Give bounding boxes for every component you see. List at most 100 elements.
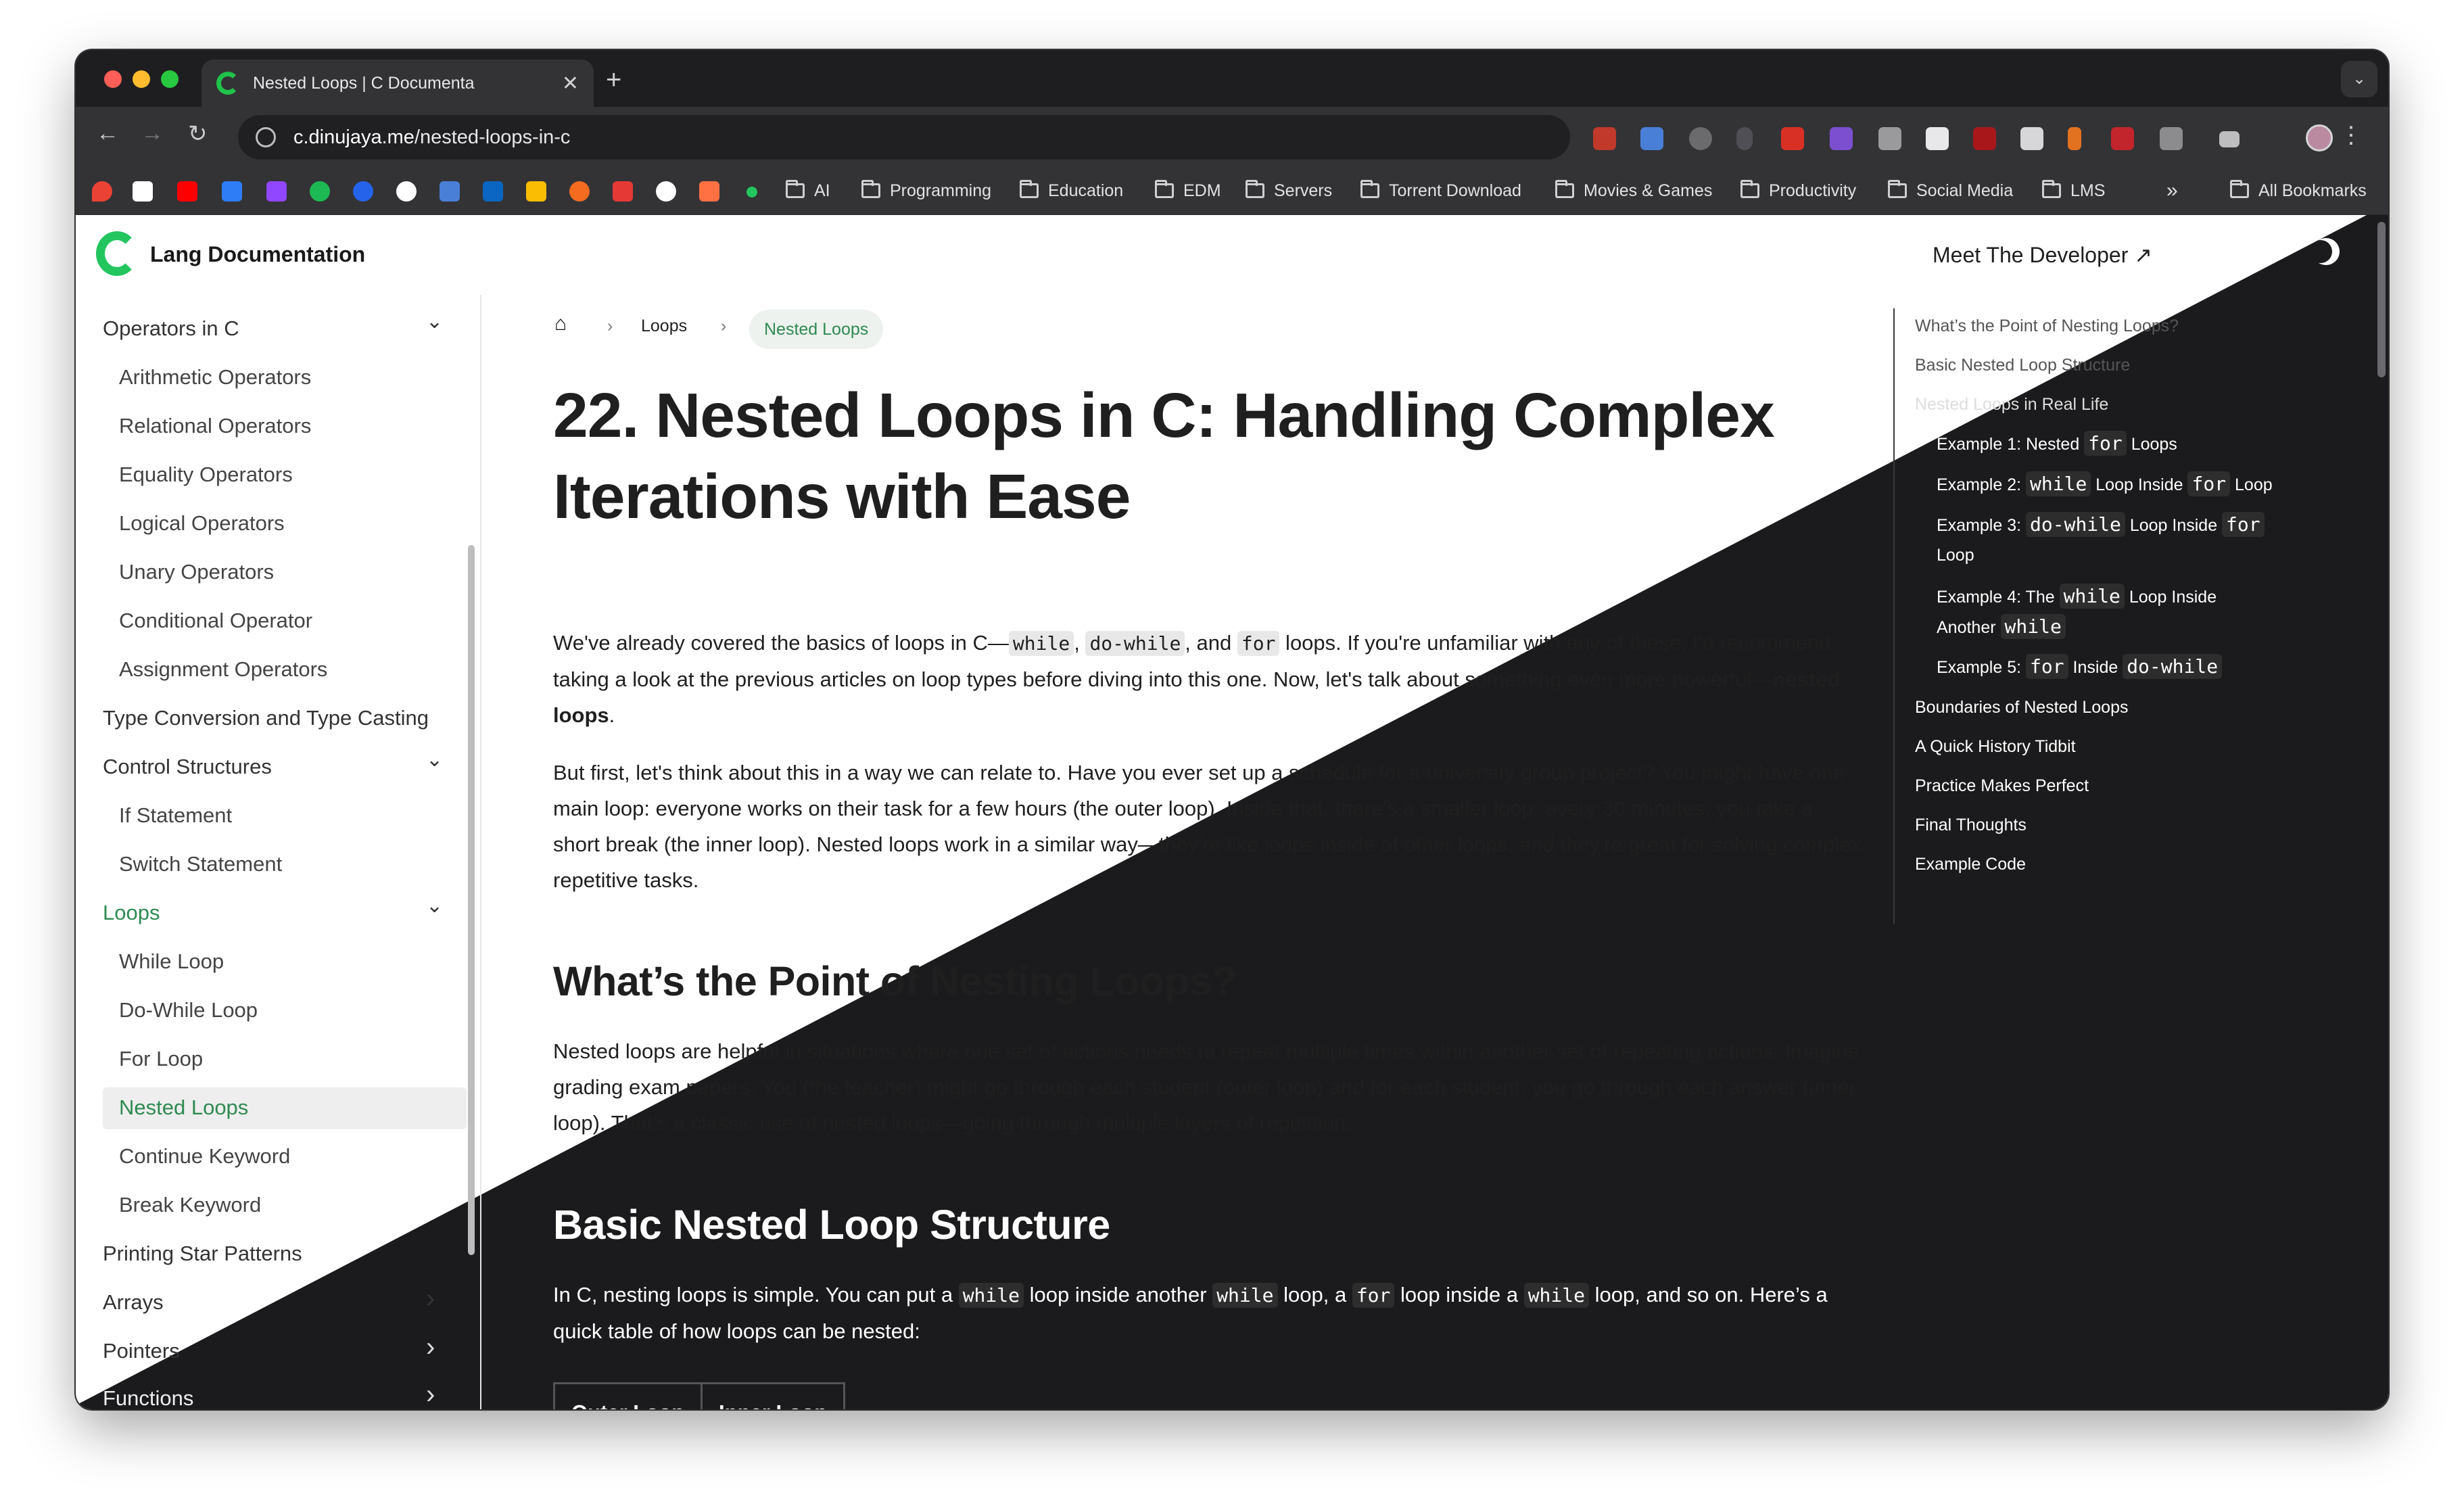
sidebar-item-break[interactable]: Break Keyword — [119, 1193, 261, 1217]
sidebar-item-unary[interactable]: Unary Operators — [119, 560, 274, 584]
chevron-down-icon[interactable]: ⌄ — [426, 894, 443, 918]
spotify-bookmark-icon[interactable] — [310, 181, 330, 202]
sidebar-item-type-conversion[interactable]: Type Conversion and Type Casting — [103, 706, 429, 730]
profile-avatar[interactable] — [2306, 124, 2333, 151]
home-icon[interactable]: ⌂ — [554, 312, 567, 335]
sidebar-item-if[interactable]: If Statement — [119, 803, 232, 828]
google-bookmark-icon[interactable] — [656, 181, 676, 202]
bookmarks-overflow-button[interactable]: » — [2166, 179, 2178, 203]
sidebar-item-star[interactable]: Printing Star Patterns — [103, 1242, 302, 1266]
toc-item-example-3[interactable]: Example 3: do-while Loop Inside for Loop — [1937, 510, 2288, 570]
purple-ext-icon[interactable] — [1830, 127, 1853, 150]
sidebar-item-logical[interactable]: Logical Operators — [119, 511, 285, 536]
forward-button[interactable]: → — [141, 120, 164, 147]
sidebar-item-while[interactable]: While Loop — [119, 949, 224, 974]
youtube-bookmark-icon[interactable] — [177, 181, 197, 202]
all-bookmarks-button[interactable]: All Bookmarks — [2230, 179, 2367, 203]
pin-bookmark-icon[interactable] — [699, 181, 719, 202]
sidebar-scrollbar[interactable] — [468, 545, 475, 1255]
sidebar-item-control[interactable]: Control Structures — [103, 755, 272, 779]
bookmark-folder-lms[interactable]: LMS — [2042, 179, 2105, 203]
sidebar-item-continue[interactable]: Continue Keyword — [119, 1144, 290, 1169]
sidebar-item-loops[interactable]: Loops — [103, 901, 160, 925]
download-bookmark-icon[interactable] — [613, 181, 633, 202]
sidebar-item-conditional[interactable]: Conditional Operator — [119, 609, 312, 633]
calendar-bookmark-icon[interactable] — [222, 181, 242, 202]
sidebar-item-do-while[interactable]: Do-While Loop — [119, 998, 258, 1022]
sidebar-item-equality[interactable]: Equality Operators — [119, 463, 293, 487]
back-button[interactable]: ← — [96, 120, 119, 147]
tab-close-icon[interactable]: ✕ — [562, 72, 579, 95]
ublock-ext-icon[interactable] — [1973, 127, 1996, 150]
address-bar[interactable]: c.dinujaya.me/nested-loops-in-c — [238, 115, 1570, 160]
close-window-button[interactable] — [104, 70, 122, 88]
bookmark-folder-torrent[interactable]: Torrent Download — [1360, 179, 1521, 203]
chevron-right-icon[interactable]: › — [426, 1283, 435, 1314]
sidebar-item-relational[interactable]: Relational Operators — [119, 414, 311, 438]
bookmark-folder-servers[interactable]: Servers — [1246, 179, 1332, 203]
sidebar-item-arithmetic[interactable]: Arithmetic Operators — [119, 365, 311, 390]
breadcrumb-loops[interactable]: Loops — [641, 316, 687, 336]
game-ext-icon[interactable] — [2111, 127, 2134, 150]
gmail-bookmark-icon[interactable] — [133, 181, 153, 202]
bookmark-folder-edm[interactable]: EDM — [1155, 179, 1221, 203]
chevron-down-icon[interactable]: ⌄ — [426, 310, 443, 333]
browser-tab-active[interactable]: Nested Loops | C Documenta ✕ — [202, 60, 594, 107]
toc-item-example-4[interactable]: Example 4: The while Loop Inside Another… — [1937, 582, 2221, 642]
sidebar-item-functions[interactable]: Functions — [103, 1386, 193, 1409]
chevron-right-icon[interactable]: › — [426, 1380, 435, 1409]
camera-ext-icon[interactable] — [1878, 127, 1901, 150]
site-info-icon[interactable] — [256, 127, 276, 147]
sidebar-item-operators[interactable]: Operators in C — [103, 316, 239, 341]
mouse-ext-icon[interactable] — [1736, 127, 1753, 150]
site-brand[interactable]: Lang Documentation — [150, 242, 365, 267]
maps-bookmark-icon[interactable] — [92, 181, 112, 202]
toc-item-real-life[interactable]: Nested Loops in Real Life — [1915, 390, 2294, 419]
sidebar-item-switch[interactable]: Switch Statement — [119, 852, 282, 876]
bookmark-folder-productivity[interactable]: Productivity — [1740, 179, 1856, 203]
orange-bookmark-icon[interactable] — [569, 181, 590, 202]
youtube-ext-icon[interactable] — [1781, 127, 1804, 150]
sidebar-item-for[interactable]: For Loop — [119, 1047, 203, 1071]
security-bookmark-icon[interactable] — [353, 181, 373, 202]
twitch-bookmark-icon[interactable] — [266, 181, 287, 202]
media-ext-icon[interactable] — [2219, 131, 2240, 147]
sidebar-item-assignment[interactable]: Assignment Operators — [119, 657, 327, 682]
translate-ext-icon[interactable] — [1640, 127, 1663, 150]
meet-developer-link[interactable]: Meet The Developer ↗ — [1933, 242, 2152, 268]
toc-item-example-1[interactable]: Example 1: Nested for Loops — [1937, 429, 2315, 459]
sidebar-item-nested[interactable]: Nested Loops — [119, 1095, 248, 1120]
c-logo-icon[interactable] — [96, 231, 138, 276]
dot-bookmark-icon[interactable] — [747, 187, 757, 197]
toc-item-example-code[interactable]: Example Code — [1915, 849, 2294, 879]
bookmark-folder-programming[interactable]: Programming — [861, 179, 991, 203]
page-scrollbar[interactable] — [2377, 222, 2386, 377]
menu-kebab-icon[interactable]: ⋮ — [2340, 122, 2363, 149]
theme-toggle-moon-icon[interactable] — [2313, 238, 2340, 265]
toc-item-boundaries[interactable]: Boundaries of Nested Loops — [1915, 692, 2294, 722]
grid-ext-icon[interactable] — [1926, 127, 1949, 150]
chart-ext-icon[interactable] — [2068, 127, 2081, 150]
chevron-down-icon[interactable]: ⌄ — [426, 748, 443, 772]
github-bookmark-icon[interactable] — [396, 181, 417, 202]
maximize-window-button[interactable] — [161, 70, 179, 88]
bookmark-folder-social[interactable]: Social Media — [1888, 179, 2013, 203]
reload-button[interactable]: ↻ — [188, 120, 208, 147]
toc-item-history[interactable]: A Quick History Tidbit — [1915, 732, 2294, 761]
paypal-bookmark-icon[interactable] — [483, 181, 503, 202]
toc-item-example-2[interactable]: Example 2: while Loop Inside for Loop — [1937, 469, 2315, 500]
minimize-window-button[interactable] — [133, 70, 150, 88]
sidebar-item-arrays[interactable]: Arrays — [103, 1290, 164, 1315]
tab-search-button[interactable]: ⌄ — [2341, 61, 2377, 97]
new-tab-button[interactable]: + — [606, 65, 621, 95]
bookmark-folder-education[interactable]: Education — [1020, 179, 1123, 203]
toc-item-structure[interactable]: Basic Nested Loop Structure — [1915, 350, 2294, 380]
screen-ext-icon[interactable] — [2020, 127, 2043, 150]
github-link[interactable]: GitHub ↗ — [2191, 242, 2282, 268]
settings-ext-icon[interactable] — [1689, 127, 1712, 150]
bookmark-folder-movies[interactable]: Movies & Games — [1555, 179, 1712, 203]
puzzle-ext-icon[interactable] — [2160, 127, 2183, 150]
sidebar-item-pointers[interactable]: Pointers — [103, 1339, 180, 1363]
translate-bookmark-icon[interactable] — [440, 181, 460, 202]
chevron-right-icon[interactable]: › — [426, 1332, 435, 1363]
